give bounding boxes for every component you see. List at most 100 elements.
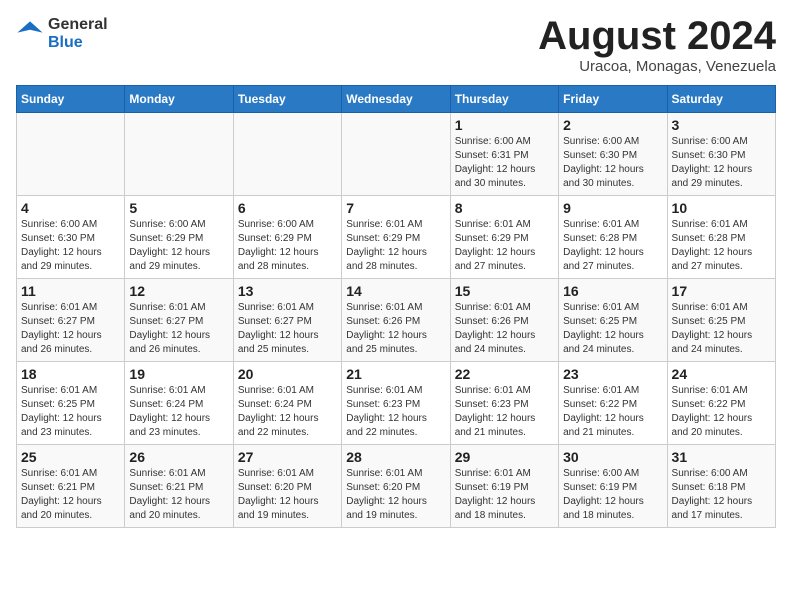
weekday-header-saturday: Saturday [667,86,775,113]
day-number: 26 [129,449,228,465]
day-info: Sunrise: 6:01 AM Sunset: 6:27 PM Dayligh… [238,301,337,357]
weekday-header-sunday: Sunday [17,86,125,113]
calendar-cell: 27 Sunrise: 6:01 AM Sunset: 6:20 PM Dayli… [233,445,341,528]
calendar-cell: 20Sunrise: 6:01 AM Sunset: 6:24 PM Dayli… [233,362,341,445]
day-number: 9 [563,200,662,216]
calendar-cell [17,113,125,196]
day-info: Sunrise: 6:01 AM Sunset: 6:22 PM Dayligh… [563,384,662,440]
day-number: 8 [455,200,554,216]
calendar-cell: 17 Sunrise: 6:01 AM Sunset: 6:25 PM Dayli… [667,279,775,362]
calendar-cell: 21Sunrise: 6:01 AM Sunset: 6:23 PM Dayli… [342,362,450,445]
calendar-cell [125,113,233,196]
calendar-table: SundayMondayTuesdayWednesdayThursdayFrid… [16,85,776,528]
calendar-cell: 23 Sunrise: 6:01 AM Sunset: 6:22 PM Dayli… [559,362,667,445]
day-number: 19 [129,366,228,382]
day-number: 11 [21,283,120,299]
location-label: Uracoa, Monagas, Venezuela [538,58,776,75]
day-number: 10 [672,200,771,216]
logo-blue-label: Blue [48,34,108,52]
day-info: Sunrise: 6:01 AM Sunset: 6:26 PM Dayligh… [346,301,445,357]
day-number: 30 [563,449,662,465]
day-info: Sunrise: 6:01 AM Sunset: 6:21 PM Dayligh… [21,467,120,523]
calendar-cell: 25Sunrise: 6:01 AM Sunset: 6:21 PM Dayli… [17,445,125,528]
day-number: 20 [238,366,337,382]
calendar-cell: 4 Sunrise: 6:00 AM Sunset: 6:30 PM Daylig… [17,196,125,279]
calendar-cell: 13 Sunrise: 6:01 AM Sunset: 6:27 PM Dayli… [233,279,341,362]
day-info: Sunrise: 6:01 AM Sunset: 6:29 PM Dayligh… [455,218,554,274]
day-number: 24 [672,366,771,382]
day-number: 15 [455,283,554,299]
calendar-cell: 30 Sunrise: 6:00 AM Sunset: 6:19 PM Dayli… [559,445,667,528]
calendar-cell: 6 Sunrise: 6:00 AM Sunset: 6:29 PM Daylig… [233,196,341,279]
weekday-header-thursday: Thursday [450,86,558,113]
day-info: Sunrise: 6:01 AM Sunset: 6:22 PM Dayligh… [672,384,771,440]
day-info: Sunrise: 6:00 AM Sunset: 6:31 PM Dayligh… [455,135,554,191]
calendar-cell: 12Sunrise: 6:01 AM Sunset: 6:27 PM Dayli… [125,279,233,362]
day-number: 13 [238,283,337,299]
calendar-cell: 5 Sunrise: 6:00 AM Sunset: 6:29 PM Daylig… [125,196,233,279]
day-info: Sunrise: 6:01 AM Sunset: 6:20 PM Dayligh… [238,467,337,523]
day-info: Sunrise: 6:01 AM Sunset: 6:25 PM Dayligh… [21,384,120,440]
day-number: 23 [563,366,662,382]
calendar-cell: 28Sunrise: 6:01 AM Sunset: 6:20 PM Dayli… [342,445,450,528]
calendar-cell: 29Sunrise: 6:01 AM Sunset: 6:19 PM Dayli… [450,445,558,528]
day-info: Sunrise: 6:01 AM Sunset: 6:29 PM Dayligh… [346,218,445,274]
day-number: 21 [346,366,445,382]
calendar-cell: 18 Sunrise: 6:01 AM Sunset: 6:25 PM Dayli… [17,362,125,445]
day-number: 2 [563,117,662,133]
calendar-cell: 15 Sunrise: 6:01 AM Sunset: 6:26 PM Dayli… [450,279,558,362]
calendar-cell: 14Sunrise: 6:01 AM Sunset: 6:26 PM Dayli… [342,279,450,362]
calendar-week-row: 18 Sunrise: 6:01 AM Sunset: 6:25 PM Dayli… [17,362,776,445]
day-number: 31 [672,449,771,465]
weekday-header-friday: Friday [559,86,667,113]
calendar-cell [342,113,450,196]
day-info: Sunrise: 6:01 AM Sunset: 6:27 PM Dayligh… [21,301,120,357]
calendar-cell: 26 Sunrise: 6:01 AM Sunset: 6:21 PM Dayli… [125,445,233,528]
day-number: 12 [129,283,228,299]
day-info: Sunrise: 6:01 AM Sunset: 6:26 PM Dayligh… [455,301,554,357]
day-info: Sunrise: 6:01 AM Sunset: 6:28 PM Dayligh… [672,218,771,274]
calendar-cell: 8 Sunrise: 6:01 AM Sunset: 6:29 PM Daylig… [450,196,558,279]
calendar-week-row: 25Sunrise: 6:01 AM Sunset: 6:21 PM Dayli… [17,445,776,528]
day-number: 18 [21,366,120,382]
calendar-cell: 9 Sunrise: 6:01 AM Sunset: 6:28 PM Daylig… [559,196,667,279]
calendar-cell: 7Sunrise: 6:01 AM Sunset: 6:29 PM Daylig… [342,196,450,279]
calendar-cell: 2 Sunrise: 6:00 AM Sunset: 6:30 PM Daylig… [559,113,667,196]
title-block: August 2024 Uracoa, Monagas, Venezuela [538,16,776,75]
day-info: Sunrise: 6:00 AM Sunset: 6:29 PM Dayligh… [238,218,337,274]
day-info: Sunrise: 6:01 AM Sunset: 6:28 PM Dayligh… [563,218,662,274]
day-info: Sunrise: 6:01 AM Sunset: 6:25 PM Dayligh… [672,301,771,357]
calendar-cell: 24 Sunrise: 6:01 AM Sunset: 6:22 PM Dayli… [667,362,775,445]
day-number: 4 [21,200,120,216]
day-number: 29 [455,449,554,465]
day-number: 22 [455,366,554,382]
calendar-cell: 16Sunrise: 6:01 AM Sunset: 6:25 PM Dayli… [559,279,667,362]
logo-general-label: General [48,16,108,34]
logo: General Blue [16,16,108,51]
day-info: Sunrise: 6:01 AM Sunset: 6:21 PM Dayligh… [129,467,228,523]
calendar-cell: 11 Sunrise: 6:01 AM Sunset: 6:27 PM Dayli… [17,279,125,362]
day-info: Sunrise: 6:00 AM Sunset: 6:19 PM Dayligh… [563,467,662,523]
day-number: 16 [563,283,662,299]
weekday-header-wednesday: Wednesday [342,86,450,113]
day-number: 6 [238,200,337,216]
logo-text: General Blue [48,16,108,51]
day-number: 5 [129,200,228,216]
day-number: 27 [238,449,337,465]
day-info: Sunrise: 6:00 AM Sunset: 6:30 PM Dayligh… [672,135,771,191]
day-info: Sunrise: 6:00 AM Sunset: 6:30 PM Dayligh… [21,218,120,274]
weekday-header-tuesday: Tuesday [233,86,341,113]
day-info: Sunrise: 6:01 AM Sunset: 6:23 PM Dayligh… [455,384,554,440]
calendar-cell: 22 Sunrise: 6:01 AM Sunset: 6:23 PM Dayli… [450,362,558,445]
weekday-header-row: SundayMondayTuesdayWednesdayThursdayFrid… [17,86,776,113]
calendar-cell [233,113,341,196]
logo-icon [16,20,44,48]
calendar-cell: 10 Sunrise: 6:01 AM Sunset: 6:28 PM Dayli… [667,196,775,279]
day-info: Sunrise: 6:00 AM Sunset: 6:30 PM Dayligh… [563,135,662,191]
month-title: August 2024 [538,16,776,56]
page-header: General Blue August 2024 Uracoa, Monagas… [16,16,776,75]
day-info: Sunrise: 6:00 AM Sunset: 6:29 PM Dayligh… [129,218,228,274]
day-number: 17 [672,283,771,299]
calendar-cell: 3Sunrise: 6:00 AM Sunset: 6:30 PM Daylig… [667,113,775,196]
day-info: Sunrise: 6:00 AM Sunset: 6:18 PM Dayligh… [672,467,771,523]
